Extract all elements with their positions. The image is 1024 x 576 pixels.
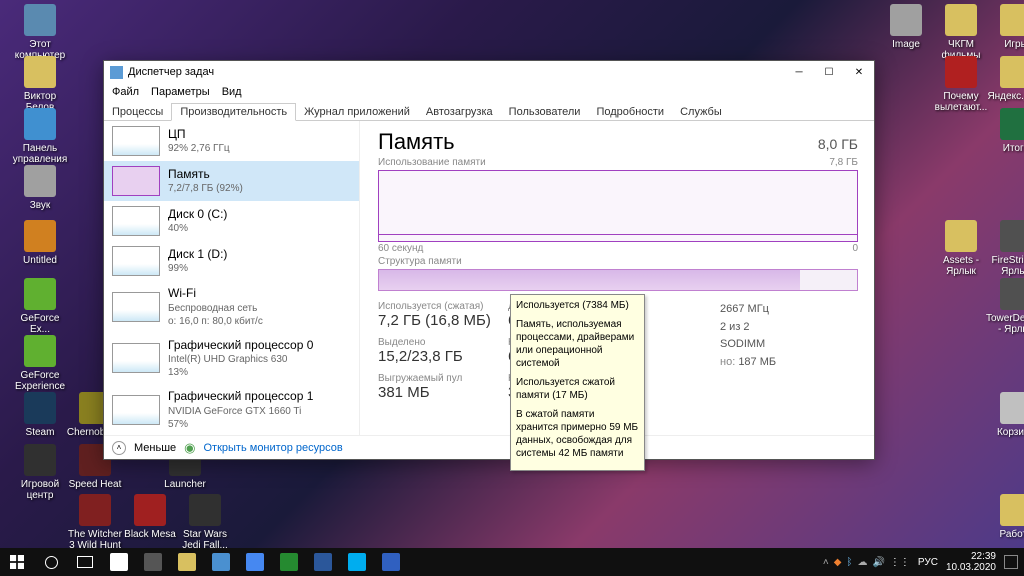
- sidebar-item-gpu0[interactable]: Графический процессор 0Intel(R) UHD Grap…: [104, 333, 359, 385]
- tab-details[interactable]: Подробности: [588, 104, 672, 120]
- taskbar-item[interactable]: [170, 548, 204, 576]
- task-view-icon[interactable]: [68, 548, 102, 576]
- gpu1-thumb: [112, 395, 160, 425]
- disk0-thumb: [112, 206, 160, 236]
- taskbar-item[interactable]: [272, 548, 306, 576]
- taskbar[interactable]: ˄ ◆ ᛒ ☁ 🔊 ⋮⋮ РУС 22:39 10.03.2020: [0, 548, 1024, 576]
- desktop-icon[interactable]: TowerDefen... - Ярлык: [986, 278, 1024, 335]
- av-icon[interactable]: ◆: [834, 557, 842, 568]
- taskbar-item[interactable]: [340, 548, 374, 576]
- taskbar-item[interactable]: [204, 548, 238, 576]
- sidebar: ЦП92% 2,76 ГГц Память7,2/7,8 ГБ (92%) Ди…: [104, 121, 360, 435]
- taskbar-item[interactable]: [374, 548, 408, 576]
- maximize-button[interactable]: ☐: [814, 61, 844, 83]
- taskbar-item[interactable]: [306, 548, 340, 576]
- sidebar-item-disk1[interactable]: Диск 1 (D:)99%: [104, 241, 359, 281]
- sidebar-item-memory[interactable]: Память7,2/7,8 ГБ (92%): [104, 161, 359, 201]
- search-icon[interactable]: [34, 548, 68, 576]
- page-title: Память: [378, 129, 455, 155]
- window-title: Диспетчер задач: [128, 66, 214, 78]
- desktop-icon[interactable]: Звук: [10, 165, 70, 211]
- sidebar-item-gpu1[interactable]: Графический процессор 1NVIDIA GeForce GT…: [104, 384, 359, 435]
- cpu-thumb: [112, 126, 160, 156]
- tab-services[interactable]: Службы: [672, 104, 730, 120]
- menubar: Файл Параметры Вид: [104, 83, 874, 101]
- desktop-icon[interactable]: Яндекс.Ди...: [986, 56, 1024, 102]
- sidebar-item-wifi[interactable]: Wi-FiБеспроводная сетьo: 16,0 п: 80,0 кб…: [104, 281, 359, 333]
- desktop-icon[interactable]: The Witcher 3 Wild Hunt: [65, 494, 125, 551]
- volume-icon[interactable]: 🔊: [872, 557, 884, 568]
- usage-label: Использование памяти: [378, 157, 486, 168]
- tabs: Процессы Производительность Журнал прило…: [104, 101, 874, 121]
- sidebar-item-cpu[interactable]: ЦП92% 2,76 ГГц: [104, 121, 359, 161]
- memory-usage-graph[interactable]: [378, 170, 858, 242]
- tab-users[interactable]: Пользователи: [501, 104, 589, 120]
- desktop-icon[interactable]: Assets - Ярлык: [931, 220, 991, 277]
- tab-performance[interactable]: Производительность: [171, 103, 296, 121]
- desktop-icon[interactable]: Игры: [986, 4, 1024, 50]
- onedrive-icon[interactable]: ☁: [857, 557, 867, 568]
- start-button[interactable]: [0, 548, 34, 576]
- wifi-thumb: [112, 292, 160, 322]
- minimize-button[interactable]: ─: [784, 61, 814, 83]
- gpu0-thumb: [112, 343, 160, 373]
- bt-icon[interactable]: ᛒ: [846, 557, 852, 568]
- collapse-icon[interactable]: ˄: [112, 441, 126, 455]
- app-icon: [110, 66, 123, 79]
- notifications-icon[interactable]: [1004, 555, 1018, 569]
- task-manager-window: Диспетчер задач ─ ☐ ✕ Файл Параметры Вид…: [103, 60, 875, 460]
- desktop-icon[interactable]: Black Mesa: [120, 494, 180, 540]
- wifi-icon[interactable]: ⋮⋮: [890, 557, 910, 568]
- menu-options[interactable]: Параметры: [151, 86, 210, 98]
- taskbar-item[interactable]: [136, 548, 170, 576]
- desktop-icon[interactable]: GeForce Experience: [10, 335, 70, 392]
- menu-view[interactable]: Вид: [222, 86, 242, 98]
- desktop-icon[interactable]: Почему вылетают...: [931, 56, 991, 113]
- memory-tooltip: Используется (7384 МБ) Память, используе…: [510, 294, 645, 471]
- desktop-icon[interactable]: FireStrike - Ярлык: [986, 220, 1024, 277]
- desktop-icon[interactable]: Steam: [10, 392, 70, 438]
- tab-processes[interactable]: Процессы: [104, 104, 171, 120]
- menu-file[interactable]: Файл: [112, 86, 139, 98]
- sidebar-item-disk0[interactable]: Диск 0 (C:)40%: [104, 201, 359, 241]
- open-resmon-link[interactable]: Открыть монитор ресурсов: [204, 442, 343, 454]
- desktop-icon[interactable]: Итоги: [986, 108, 1024, 154]
- desktop-icon[interactable]: Image: [876, 4, 936, 50]
- total-memory: 8,0 ГБ: [818, 136, 858, 152]
- tab-startup[interactable]: Автозагрузка: [418, 104, 501, 120]
- disk1-thumb: [112, 246, 160, 276]
- desktop-icon[interactable]: GeForce Ex...: [10, 278, 70, 335]
- clock[interactable]: 22:39 10.03.2020: [946, 551, 996, 573]
- tray[interactable]: ˄ ◆ ᛒ ☁ 🔊 ⋮⋮: [823, 557, 910, 568]
- desktop-icon[interactable]: Star Wars Jedi Fall...: [175, 494, 235, 551]
- desktop-icon[interactable]: Виктор Белов: [10, 56, 70, 113]
- titlebar[interactable]: Диспетчер задач ─ ☐ ✕: [104, 61, 874, 83]
- desktop-icon[interactable]: Untitled: [10, 220, 70, 266]
- lang-indicator[interactable]: РУС: [918, 557, 938, 568]
- tab-app-history[interactable]: Журнал приложений: [296, 104, 418, 120]
- taskbar-item[interactable]: [238, 548, 272, 576]
- desktop-icon[interactable]: Игровой центр: [10, 444, 70, 501]
- desktop-icon[interactable]: ЧКГМ фильмы: [931, 4, 991, 61]
- mem-thumb: [112, 166, 160, 196]
- close-button[interactable]: ✕: [844, 61, 874, 83]
- struct-label: Структура памяти: [378, 256, 858, 267]
- desktop-icon[interactable]: Корзина: [986, 392, 1024, 438]
- footer: ˄ Меньше ◉ Открыть монитор ресурсов: [104, 435, 874, 459]
- desktop-icon[interactable]: Работа: [986, 494, 1024, 540]
- fewer-details[interactable]: Меньше: [134, 442, 176, 454]
- memory-composition[interactable]: [378, 269, 858, 291]
- resmon-icon: ◉: [184, 440, 195, 456]
- desktop-icon[interactable]: Этот компьютер: [10, 4, 70, 61]
- taskbar-item[interactable]: [102, 548, 136, 576]
- desktop-icon[interactable]: Панель управления: [10, 108, 70, 165]
